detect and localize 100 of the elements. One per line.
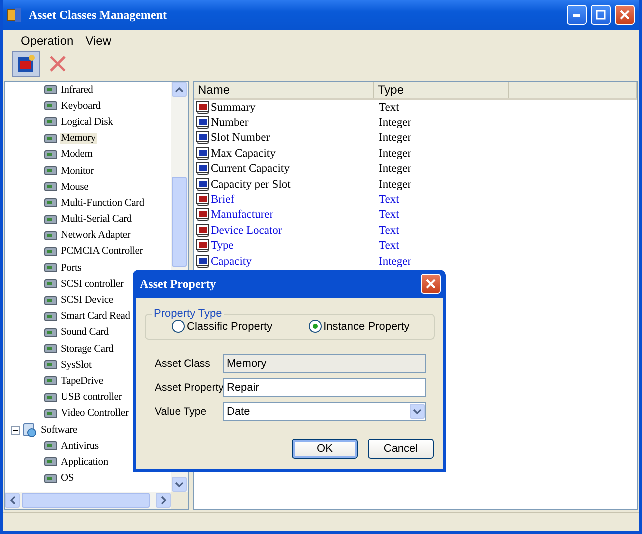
type-cell-text: Text: [378, 240, 400, 252]
name-cell[interactable]: Summary: [194, 100, 374, 115]
name-cell[interactable]: Brief: [194, 193, 374, 208]
close-icon: [426, 279, 436, 289]
tree-item[interactable]: Multi-Function Card: [60, 198, 146, 209]
device-icon: [44, 326, 58, 340]
property-name: Type: [211, 240, 234, 252]
tree-item[interactable]: Memory: [60, 133, 97, 144]
dropdown-icon: [413, 408, 422, 414]
property-name: Capacity: [211, 256, 252, 268]
minimize-icon: [573, 14, 581, 16]
radio-button[interactable]: [308, 320, 322, 333]
device-icon: [44, 455, 58, 470]
property-name: Max Capacity: [211, 148, 276, 160]
asset-property-field[interactable]: Repair: [223, 378, 426, 397]
tree-item[interactable]: Video Controller: [60, 408, 130, 420]
name-cell[interactable]: Manufacturer: [194, 208, 374, 222]
property-name: Summary: [211, 102, 256, 114]
column-header[interactable]: Name: [194, 82, 374, 98]
asset-class-field[interactable]: Memory: [223, 354, 426, 373]
tree-item[interactable]: SysSlot: [60, 360, 93, 371]
device-icon: [44, 148, 58, 162]
scrollbar-thumb[interactable]: [22, 493, 150, 508]
toolbar-button[interactable]: [12, 51, 40, 77]
type-cell-text: Integer: [378, 117, 413, 130]
maximize-button[interactable]: [591, 5, 611, 25]
device-icon: [44, 83, 58, 98]
cancel-button[interactable]: Cancel: [368, 439, 434, 459]
type-cell-text: Integer: [378, 148, 413, 160]
number-field-icon: [196, 146, 210, 161]
menu-item[interactable]: Operation: [21, 34, 74, 48]
scrollbar-thumb[interactable]: [172, 177, 187, 267]
tree-item[interactable]: Application: [60, 456, 110, 468]
tree-item[interactable]: Modem: [60, 149, 94, 160]
tree-item[interactable]: TapeDrive: [60, 376, 104, 387]
name-cell[interactable]: Device Locator: [194, 224, 374, 238]
device-icon: [44, 439, 58, 454]
type-cell-text: Text: [378, 194, 400, 206]
type-cell-text: Integer: [378, 256, 413, 268]
tree-item[interactable]: USB controller: [60, 392, 124, 404]
field-label: Asset Class: [154, 358, 212, 370]
radio-button[interactable]: [172, 320, 185, 333]
name-cell[interactable]: Number: [194, 116, 374, 130]
value-type-select[interactable]: Date: [223, 402, 426, 421]
number-field-icon: [196, 116, 210, 130]
text-field-icon: [196, 100, 210, 115]
window-title: Asset Classes Management: [28, 8, 168, 22]
property-name: Device Locator: [211, 224, 282, 237]
dialog-title: Asset Property: [140, 276, 216, 292]
number-field-icon: [196, 131, 210, 146]
collapse-icon[interactable]: [11, 426, 20, 435]
radio-label[interactable]: Classific Property: [187, 320, 273, 332]
tree-item[interactable]: SCSI Device: [60, 295, 114, 306]
property-name: Brief: [211, 194, 235, 206]
name-cell[interactable]: Capacity: [194, 254, 374, 269]
tree-item[interactable]: Keyboard: [60, 100, 102, 112]
tree-item[interactable]: Sound Card: [60, 327, 110, 338]
tree-item[interactable]: PCMCIA Controller: [60, 246, 144, 258]
horizontal-scrollbar[interactable]: [5, 492, 171, 509]
name-cell[interactable]: Max Capacity: [194, 146, 374, 161]
maximize-icon: [596, 10, 606, 20]
device-icon: [44, 261, 58, 276]
column-header[interactable]: Type: [374, 82, 509, 98]
device-icon: [44, 212, 58, 227]
menu-item[interactable]: View: [86, 34, 112, 48]
minimize-button[interactable]: [567, 5, 587, 25]
device-icon: [44, 164, 58, 178]
tree-item[interactable]: Monitor: [60, 166, 96, 177]
tree-item[interactable]: Software: [40, 424, 78, 436]
property-name: Manufacturer: [211, 209, 274, 222]
tree-item[interactable]: Antivirus: [60, 440, 100, 452]
name-cell[interactable]: Current Capacity: [194, 162, 374, 176]
tree-item[interactable]: SCSI controller: [60, 278, 125, 290]
number-field-icon: [196, 254, 210, 269]
tree-item[interactable]: Ports: [60, 262, 83, 274]
tree-item[interactable]: OS: [60, 473, 76, 484]
device-icon: [44, 342, 58, 356]
ok-button[interactable]: OK: [292, 439, 358, 459]
tree-item[interactable]: Infrared: [60, 84, 94, 96]
tree-item[interactable]: Storage Card: [60, 344, 115, 355]
tree-item[interactable]: Smart Card Read: [60, 311, 132, 322]
device-icon: [44, 472, 58, 486]
name-cell[interactable]: Type: [194, 239, 374, 254]
name-cell[interactable]: Slot Number: [194, 131, 374, 146]
type-cell-text: Integer: [378, 163, 413, 176]
tree-item[interactable]: Mouse: [60, 182, 90, 193]
number-field-icon: [196, 162, 210, 176]
text-field-icon: [196, 239, 210, 254]
tree-item[interactable]: Network Adapter: [60, 230, 132, 242]
text-field-icon: [196, 208, 210, 222]
device-icon: [44, 406, 58, 421]
type-cell-text: Integer: [378, 132, 413, 144]
tree-item[interactable]: Logical Disk: [60, 116, 114, 128]
radio-label[interactable]: Instance Property: [324, 320, 410, 332]
device-icon: [44, 132, 58, 146]
close-button[interactable]: [421, 274, 441, 294]
close-button[interactable]: [615, 5, 635, 25]
tree-item[interactable]: Multi-Serial Card: [60, 214, 133, 226]
name-cell[interactable]: Capacity per Slot: [194, 178, 374, 192]
close-icon: [620, 10, 630, 20]
